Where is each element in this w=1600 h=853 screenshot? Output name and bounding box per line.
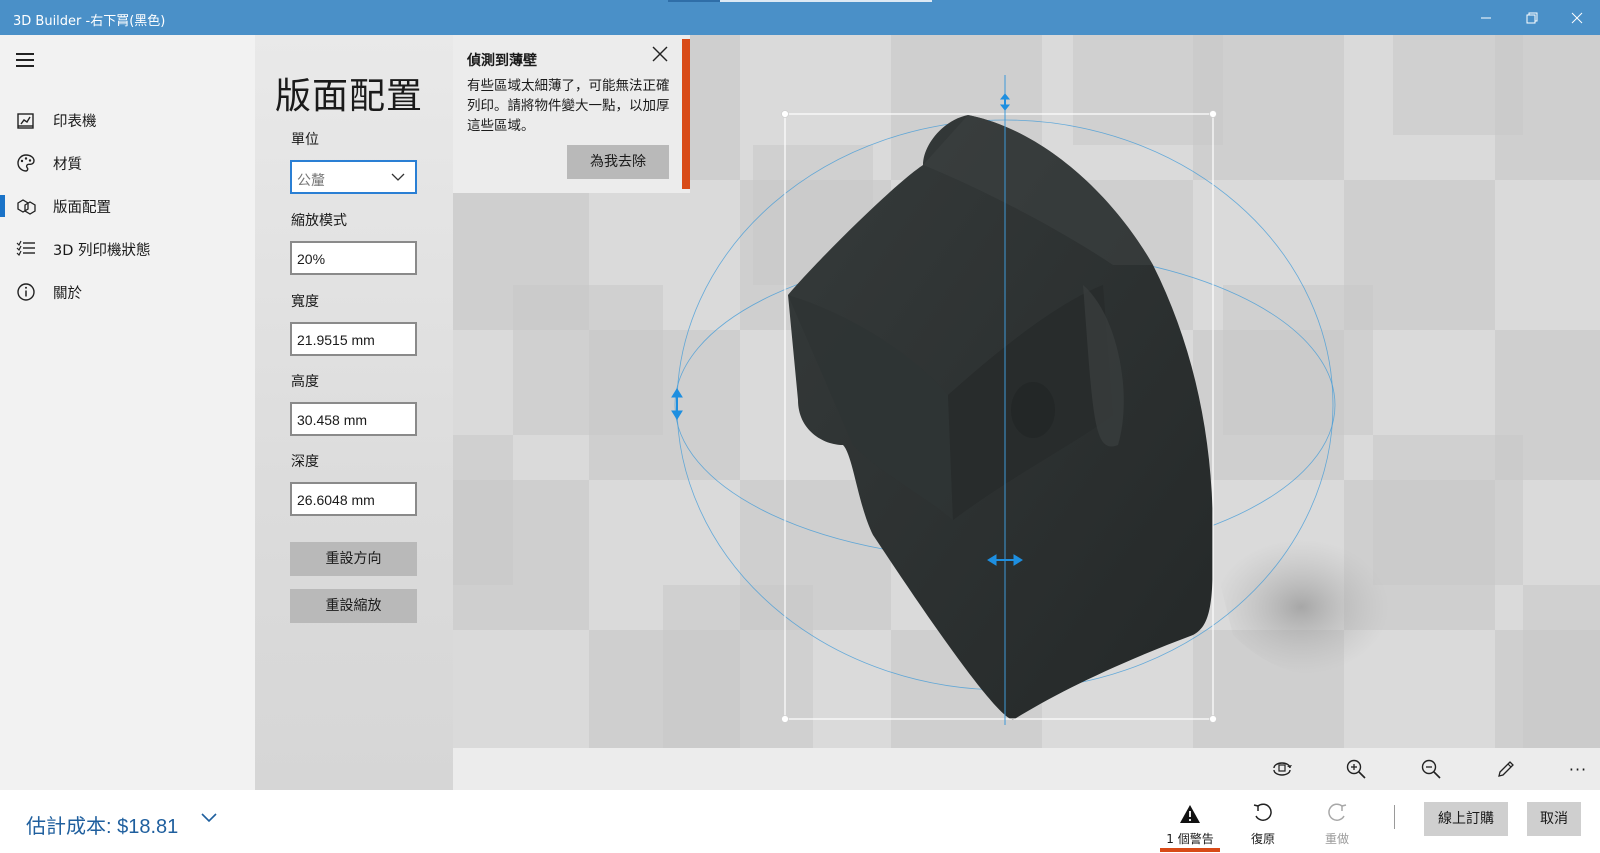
sidebar-item-material[interactable]: 材質 <box>0 143 255 183</box>
status-list-icon <box>16 239 36 259</box>
depth-input[interactable]: 26.6048 mm <box>290 482 417 516</box>
warnings-button[interactable]: 1 個警告 <box>1155 800 1225 847</box>
chevron-down-icon <box>391 173 405 181</box>
minimize-icon <box>1481 17 1491 18</box>
chevron-down-icon <box>201 813 217 823</box>
info-icon <box>16 282 36 302</box>
redo-icon <box>1328 803 1347 821</box>
height-input[interactable]: 30.458 mm <box>290 402 417 436</box>
bottom-bar: 估計成本: $18.81 1 個警告 復原 重做 線上訂購 取消 <box>0 790 1600 853</box>
width-input[interactable]: 21.9515 mm <box>290 322 417 356</box>
redo-button[interactable]: 重做 <box>1302 800 1372 847</box>
warning-message: 有些區域太細薄了，可能無法正確列印。請將物件變大一點，以加厚這些區域。 <box>467 78 670 134</box>
fix-for-me-button[interactable]: 為我去除 <box>567 145 669 179</box>
viewport-toolbar: ··· <box>453 748 1600 790</box>
order-online-button[interactable]: 線上訂購 <box>1424 802 1508 836</box>
depth-label: 深度 <box>291 454 319 470</box>
reset-view-icon <box>1273 762 1292 776</box>
palette-icon <box>16 153 36 173</box>
divider <box>1394 805 1395 829</box>
restore-icon <box>1526 12 1538 23</box>
warning-triangle-icon <box>1180 805 1200 823</box>
edit-button[interactable] <box>1494 758 1518 780</box>
scale-mode-label: 縮放模式 <box>291 213 347 229</box>
zoom-in-icon <box>1346 759 1366 779</box>
reset-orientation-button[interactable]: 重設方向 <box>290 542 417 576</box>
sidebar: 印表機 材質 版面配置 3D 列印機狀態 關於 <box>0 35 255 790</box>
estimated-cost[interactable]: 估計成本: $18.81 <box>26 810 178 839</box>
sidebar-item-label: 版面配置 <box>53 199 111 216</box>
reset-view-button[interactable] <box>1270 758 1294 780</box>
warning-close-button[interactable] <box>649 43 671 65</box>
undo-icon <box>1253 803 1272 821</box>
undo-label: 復原 <box>1250 832 1275 846</box>
restore-button[interactable] <box>1509 0 1555 35</box>
zoom-in-button[interactable] <box>1344 758 1368 780</box>
hamburger-menu-icon[interactable] <box>16 53 38 69</box>
sidebar-item-about[interactable]: 關於 <box>0 272 255 312</box>
pencil-icon <box>1498 761 1514 777</box>
close-window-button[interactable] <box>1554 0 1600 35</box>
close-icon <box>1571 12 1583 23</box>
sidebar-item-printer[interactable]: 印表機 <box>0 100 255 140</box>
height-label: 高度 <box>291 374 319 390</box>
sidebar-item-label: 3D 列印機狀態 <box>53 242 151 259</box>
more-button[interactable]: ··· <box>1563 758 1593 780</box>
cancel-button[interactable]: 取消 <box>1527 802 1581 836</box>
warnings-label: 1 個警告 <box>1166 832 1214 846</box>
page-title: 版面配置 <box>275 76 424 117</box>
zoom-out-icon <box>1421 759 1441 779</box>
reset-scale-button[interactable]: 重設縮放 <box>290 589 417 623</box>
more-icon: ··· <box>1568 759 1588 779</box>
unit-label: 單位 <box>291 132 319 148</box>
sidebar-item-layout[interactable]: 版面配置 <box>0 186 255 226</box>
title-light-strip <box>720 0 932 2</box>
layout-panel: 版面配置 單位 公釐 縮放模式 20% 寬度 21.9515 mm 高度 30.… <box>255 35 453 790</box>
title-accent-strip <box>668 0 720 2</box>
warning-accent-bar <box>682 39 690 189</box>
thin-wall-warning: 偵測到薄壁 有些區域太細薄了，可能無法正確列印。請將物件變大一點，以加厚這些區域… <box>453 35 690 193</box>
minimize-button[interactable] <box>1463 0 1509 35</box>
window-title: 3D Builder -右下罥(黑色) <box>13 14 166 29</box>
redo-label: 重做 <box>1324 832 1349 846</box>
undo-button[interactable]: 復原 <box>1228 800 1298 847</box>
width-label: 寬度 <box>291 294 319 310</box>
unit-value: 公釐 <box>297 172 325 188</box>
zoom-out-button[interactable] <box>1419 758 1443 780</box>
title-bar: 3D Builder -右下罥(黑色) <box>0 0 1600 35</box>
unit-select[interactable]: 公釐 <box>290 160 417 194</box>
warning-title: 偵測到薄壁 <box>467 53 537 69</box>
printer-icon <box>16 110 36 130</box>
warnings-indicator <box>1160 848 1220 852</box>
close-icon <box>652 46 668 62</box>
sidebar-item-printer-status[interactable]: 3D 列印機狀態 <box>0 229 255 269</box>
scale-input[interactable]: 20% <box>290 241 417 275</box>
layout-icon <box>16 196 36 216</box>
sidebar-item-label: 關於 <box>53 285 82 302</box>
sidebar-item-label: 印表機 <box>53 113 97 130</box>
sidebar-item-label: 材質 <box>53 156 82 173</box>
